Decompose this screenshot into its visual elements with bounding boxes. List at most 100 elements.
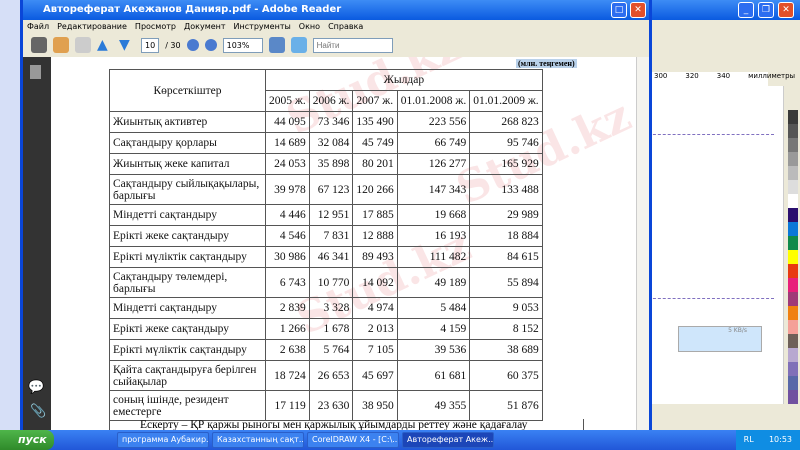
- color-swatch[interactable]: [788, 306, 798, 320]
- print-icon[interactable]: [31, 37, 47, 53]
- menu-item[interactable]: Просмотр: [135, 22, 176, 31]
- table-row: Ерікті жеке сақтандыру 4 546 7 831 12 888 16…: [109, 225, 543, 247]
- start-button[interactable]: пуск: [0, 430, 54, 450]
- color-swatch[interactable]: [788, 348, 798, 362]
- color-swatch[interactable]: [788, 390, 798, 404]
- page-number-input[interactable]: 10: [141, 37, 160, 53]
- cell-value: 38 689: [469, 339, 543, 361]
- cell-value: 18 884: [469, 225, 543, 247]
- color-swatch[interactable]: [788, 208, 798, 222]
- close-button[interactable]: ✕: [630, 2, 646, 18]
- color-swatch[interactable]: [788, 180, 798, 194]
- cell-value: 120 266: [352, 174, 398, 205]
- cell-value: 5 484: [396, 297, 471, 319]
- cell-value: 9 053: [469, 297, 543, 319]
- cell-value: 223 556: [396, 111, 471, 133]
- menu-item[interactable]: Справка: [328, 22, 363, 31]
- cell-value: 1 266: [265, 318, 310, 340]
- fullscreen-icon[interactable]: [290, 37, 307, 53]
- cell-value: 39 536: [396, 339, 471, 361]
- cell-value: 45 697: [352, 360, 398, 391]
- cell-value: 12 888: [352, 225, 398, 247]
- cell-value: 17 119: [265, 390, 310, 421]
- cell-value: 60 375: [469, 360, 543, 391]
- menu-item[interactable]: Окно: [299, 22, 320, 31]
- color-swatch[interactable]: [788, 110, 798, 124]
- restore-button[interactable]: ❐: [758, 2, 774, 18]
- close-button[interactable]: ✕: [778, 2, 794, 18]
- color-swatch[interactable]: [788, 152, 798, 166]
- color-swatch[interactable]: [788, 362, 798, 376]
- cell-value: 26 653: [308, 360, 354, 391]
- taskbar-button[interactable]: Автореферат Акеж...: [402, 432, 494, 448]
- color-swatch[interactable]: [788, 194, 798, 208]
- row-label: Жиынтық жеке капитал: [109, 153, 266, 175]
- cell-value: 49 189: [396, 267, 471, 298]
- attachment-icon[interactable]: 📎: [30, 404, 46, 419]
- color-swatch[interactable]: [788, 278, 798, 292]
- color-swatch[interactable]: [788, 320, 798, 334]
- pages-icon[interactable]: [30, 65, 41, 79]
- cell-value: 73 346: [308, 111, 354, 133]
- color-swatch[interactable]: [788, 124, 798, 138]
- color-swatch[interactable]: [788, 292, 798, 306]
- year-header: 01.01.2009 ж.: [469, 90, 543, 112]
- cell-value: 16 193: [396, 225, 471, 247]
- system-tray: RL 10:53: [735, 430, 800, 450]
- color-swatch[interactable]: [788, 376, 798, 390]
- taskbar-button[interactable]: программа Аубакир...: [117, 432, 209, 448]
- cell-value: 7 105: [352, 339, 398, 361]
- collaborate-icon[interactable]: [75, 37, 91, 53]
- language-indicator[interactable]: RL: [744, 435, 754, 444]
- document-view[interactable]: Stud.kz Stud.kz Stud.kz (млн. теңгемен) …: [51, 57, 636, 430]
- color-swatch[interactable]: [788, 138, 798, 152]
- zoom-in-icon[interactable]: [204, 39, 217, 51]
- cell-value: 4 974: [352, 297, 398, 319]
- cell-value: 3 328: [308, 297, 354, 319]
- menu-bar: Файл Редактирование Просмотр Документ Инстру…: [23, 20, 649, 34]
- cell-value: 39 978: [265, 174, 310, 205]
- download-speed: 5 KB/s: [728, 327, 747, 334]
- row-label: Сақтандыру сыйлықақылары, барлығы: [109, 174, 266, 205]
- color-swatch[interactable]: [788, 166, 798, 180]
- taskbar-button[interactable]: CorelDRAW X4 - [C:\...: [307, 432, 399, 448]
- download-widget[interactable]: 5 KB/s: [678, 326, 762, 352]
- menu-item[interactable]: Инструменты: [234, 22, 291, 31]
- menu-item[interactable]: Документ: [184, 22, 226, 31]
- menu-item[interactable]: Редактирование: [57, 22, 127, 31]
- minimize-button[interactable]: _: [738, 2, 754, 18]
- color-swatch[interactable]: [788, 250, 798, 264]
- cell-value: 44 095: [265, 111, 310, 133]
- comments-icon[interactable]: 💬: [28, 380, 44, 395]
- cell-value: 2 638: [265, 339, 310, 361]
- cell-value: 1 678: [308, 318, 354, 340]
- taskbar-button[interactable]: Казахстанның сақт...: [212, 432, 304, 448]
- canvas[interactable]: 5 KB/s: [648, 86, 784, 404]
- color-palette[interactable]: [788, 110, 798, 404]
- ruler-label: 300: [654, 72, 668, 80]
- color-swatch[interactable]: [788, 222, 798, 236]
- fit-page-icon[interactable]: [268, 37, 285, 53]
- taskbar: пуск программа Аубакир... Казахстанның са…: [0, 430, 800, 450]
- table-row: Сақтандыру төлемдері, барлығы 6 743 10 770…: [109, 267, 543, 298]
- share-icon[interactable]: [53, 37, 69, 53]
- maximize-button[interactable]: □: [611, 2, 627, 18]
- menu-item[interactable]: Файл: [27, 22, 49, 31]
- color-swatch[interactable]: [788, 264, 798, 278]
- arrow-up-icon[interactable]: ▲: [97, 37, 113, 53]
- cell-value: 45 749: [352, 132, 398, 154]
- zoom-select[interactable]: 103%: [222, 37, 263, 53]
- search-input[interactable]: [312, 37, 393, 53]
- cell-value: 80 201: [352, 153, 398, 175]
- cell-value: 14 689: [265, 132, 310, 154]
- vertical-scrollbar[interactable]: [636, 57, 649, 430]
- table-row: Міндетті сақтандыру 4 446 12 951 17 885 19 6…: [109, 204, 543, 226]
- zoom-out-icon[interactable]: [186, 39, 199, 51]
- cell-value: 32 084: [308, 132, 354, 154]
- arrow-down-icon[interactable]: ▼: [119, 37, 135, 53]
- color-swatch[interactable]: [788, 236, 798, 250]
- row-label: Сақтандыру қорлары: [109, 132, 266, 154]
- row-label: Ерікті мүліктік сақтандыру: [109, 246, 266, 268]
- table-row: соның ішінде, резидент еместерге 17 119 23…: [109, 390, 543, 421]
- color-swatch[interactable]: [788, 334, 798, 348]
